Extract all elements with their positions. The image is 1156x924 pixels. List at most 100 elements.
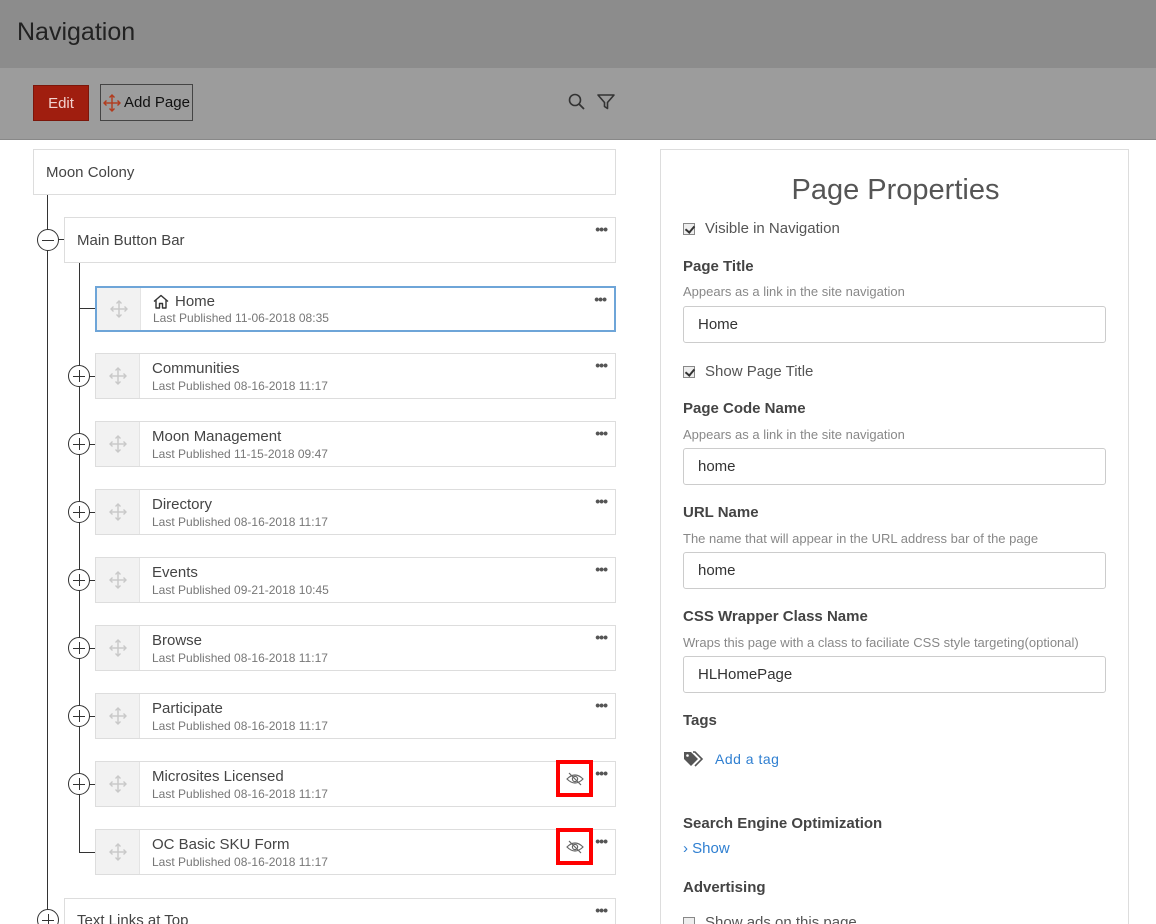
page-code-name-input[interactable] [683, 448, 1106, 485]
page-node-name: Browse [152, 632, 203, 649]
more-options-icon[interactable]: ••• [595, 222, 608, 236]
expand-toggle-icon[interactable] [68, 705, 90, 727]
search-icon[interactable] [567, 92, 587, 112]
add-page-label: Add Page [124, 94, 190, 111]
page-node-browse[interactable]: Browse Last Published 08-16-2018 11:17 •… [95, 625, 616, 671]
panel-title: Page Properties [791, 174, 1000, 206]
page-node-published: Last Published 11-06-2018 08:35 [153, 311, 329, 325]
expand-toggle-icon[interactable] [68, 773, 90, 795]
page-node-directory[interactable]: Directory Last Published 08-16-2018 11:1… [95, 489, 616, 535]
page-node-published: Last Published 08-16-2018 11:17 [152, 855, 328, 869]
page-node-name: Home [175, 293, 216, 310]
page-node-name: Moon Management [152, 428, 282, 445]
advertising-label: Advertising [683, 879, 766, 896]
drag-handle-icon[interactable] [96, 422, 140, 466]
page-node-published: Last Published 08-16-2018 11:17 [152, 379, 328, 393]
page-title-input[interactable] [683, 306, 1106, 343]
tags-row: Add a tag [683, 751, 779, 767]
checkbox-unchecked[interactable] [683, 916, 695, 924]
more-options-icon[interactable]: ••• [595, 630, 608, 644]
drag-handle-icon[interactable] [96, 694, 140, 738]
eye-off-icon [565, 772, 584, 785]
page-node-events[interactable]: Events Last Published 09-21-2018 10:45 •… [95, 557, 616, 603]
tree-branch [79, 308, 95, 309]
drag-handle-icon[interactable] [96, 558, 140, 602]
url-name-label: URL Name [683, 504, 759, 521]
more-options-icon[interactable]: ••• [595, 562, 608, 576]
show-page-title-checkbox[interactable]: Show Page Title [683, 363, 813, 380]
drag-handle-icon[interactable] [96, 354, 140, 398]
add-page-button[interactable]: Add Page [100, 84, 193, 121]
page-node-participate[interactable]: Participate Last Published 08-16-2018 11… [95, 693, 616, 739]
page-node-moon-management[interactable]: Moon Management Last Published 11-15-201… [95, 421, 616, 467]
checkbox-checked[interactable] [683, 365, 695, 378]
checkbox-label: Show Page Title [705, 363, 814, 380]
page-title: Navigation [17, 18, 136, 46]
url-name-input[interactable] [683, 552, 1106, 589]
collapse-toggle-icon[interactable] [37, 229, 59, 251]
visible-in-navigation-checkbox[interactable]: Visible in Navigation [683, 220, 840, 237]
hidden-from-navigation-flag[interactable] [556, 828, 593, 865]
expand-toggle-icon[interactable] [68, 637, 90, 659]
tree-branch [79, 852, 95, 853]
edit-button[interactable]: Edit [33, 85, 89, 121]
url-name-help: The name that will appear in the URL add… [683, 531, 1039, 546]
page-node-name: Events [152, 564, 198, 581]
expand-toggle-icon[interactable] [68, 365, 90, 387]
tree-root-moon-colony[interactable]: Moon Colony [33, 149, 616, 195]
more-options-icon[interactable]: ••• [595, 903, 608, 917]
page-node-name: Communities [152, 360, 240, 377]
page-node-name: Participate [152, 700, 223, 717]
expand-toggle-icon[interactable] [68, 433, 90, 455]
page-properties-panel: Page Properties Visible in Navigation Pa… [660, 149, 1129, 924]
page-node-microsites-licensed[interactable]: Microsites Licensed Last Published 08-16… [95, 760, 616, 807]
page-node-oc-basic-sku-form[interactable]: OC Basic SKU Form Last Published 08-16-2… [95, 828, 616, 875]
page-node-published: Last Published 08-16-2018 11:17 [152, 787, 328, 801]
page-node-published: Last Published 09-21-2018 10:45 [152, 583, 329, 597]
page-title-label: Page Title [683, 258, 754, 275]
css-wrapper-help: Wraps this page with a class to faciliat… [683, 635, 1079, 650]
tree-group-label: Text Links at Top [77, 912, 189, 924]
page-node-name: Directory [152, 496, 213, 513]
more-options-icon[interactable]: ••• [595, 426, 608, 440]
page-node-communities[interactable]: Communities Last Published 08-16-2018 11… [95, 353, 616, 399]
more-options-icon[interactable]: ••• [595, 698, 608, 712]
tags-label: Tags [683, 712, 717, 729]
drag-handle-icon[interactable] [96, 830, 140, 874]
show-ads-checkbox[interactable]: Show ads on this page [683, 914, 857, 924]
hidden-from-navigation-flag[interactable] [556, 760, 593, 797]
drag-handle-icon[interactable] [96, 626, 140, 670]
more-options-icon[interactable]: ••• [595, 834, 608, 848]
page-node-published: Last Published 08-16-2018 11:17 [152, 651, 328, 665]
drag-handle-icon[interactable] [97, 288, 141, 330]
checkbox-checked[interactable] [683, 222, 695, 235]
css-wrapper-input[interactable] [683, 656, 1106, 693]
expand-toggle-icon[interactable] [68, 501, 90, 523]
page-node-published: Last Published 11-15-2018 09:47 [152, 447, 328, 461]
css-wrapper-label: CSS Wrapper Class Name [683, 608, 868, 625]
seo-label: Search Engine Optimization [683, 815, 883, 832]
tag-icon [684, 751, 704, 767]
page-code-name-label: Page Code Name [683, 400, 806, 417]
tree-group-main-button-bar[interactable]: Main Button Bar ••• [64, 217, 616, 263]
seo-show-link[interactable]: › Show [683, 840, 730, 857]
filter-icon[interactable] [596, 92, 616, 112]
page-node-home[interactable]: Home Last Published 11-06-2018 08:35 ••• [95, 286, 616, 332]
move-icon [103, 93, 122, 112]
more-options-icon[interactable]: ••• [595, 358, 608, 372]
more-options-icon[interactable]: ••• [594, 292, 607, 306]
tree-line [79, 263, 80, 853]
tree-group-text-links-at-top[interactable]: Text Links at Top ••• [64, 898, 616, 924]
home-icon [153, 294, 169, 309]
expand-toggle-icon[interactable] [68, 569, 90, 591]
drag-handle-icon[interactable] [96, 490, 140, 534]
more-options-icon[interactable]: ••• [595, 494, 608, 508]
page-node-name: Microsites Licensed [152, 768, 284, 785]
checkbox-label: Visible in Navigation [705, 220, 840, 237]
expand-toggle-icon[interactable] [37, 909, 59, 924]
add-tag-link[interactable]: Add a tag [715, 751, 779, 767]
drag-handle-icon[interactable] [96, 762, 140, 806]
more-options-icon[interactable]: ••• [595, 766, 608, 780]
page-code-name-help: Appears as a link in the site navigation [683, 427, 905, 442]
tree-root-label: Moon Colony [46, 164, 135, 181]
